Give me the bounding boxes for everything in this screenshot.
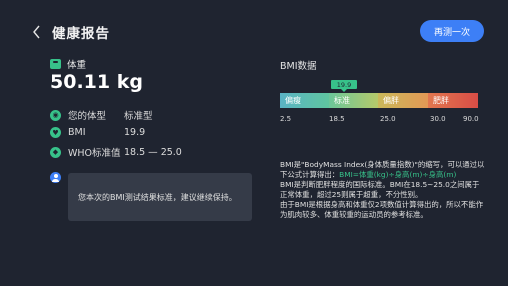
bmi-description-standard: BMI是判断肥胖程度的国际标准。BMI在18.5~25.0之间属于正常体重，超过… — [280, 180, 480, 199]
retest-button[interactable]: 再测一次 — [420, 20, 484, 42]
bmi-segment-normal: 标准 — [329, 93, 378, 108]
chevron-left-icon — [33, 25, 40, 39]
weight-label-row: 体重 — [50, 57, 86, 71]
bmi-segment-underweight: 偏瘦 — [280, 93, 329, 108]
page-title: 健康报告 — [52, 26, 110, 42]
bmi-marker: 19.9 — [331, 80, 357, 89]
body-type-icon: ◉ — [50, 109, 61, 121]
bmi-tick: 18.5 — [329, 115, 345, 123]
body-type-value: 标准型 — [124, 111, 153, 122]
scale-icon — [50, 59, 61, 69]
bmi-segment-obese: 肥胖 — [428, 93, 478, 108]
bmi-row: ♥ BMI 19.9 — [50, 127, 145, 138]
bmi-range-bar: 偏瘦 标准 偏胖 肥胖 — [280, 93, 478, 108]
body-type-label: 您的体型 — [68, 111, 107, 122]
advice-message-card: 您本次的BMI测试结果标准，建议继续保持。 — [68, 173, 252, 221]
bmi-tick: 25.0 — [380, 115, 396, 123]
avatar-icon — [50, 172, 61, 183]
header: 健康报告 再测一次 — [0, 0, 508, 60]
bmi-description: BMI是"BodyMass Index(身体质量指数)"的缩写，可以通过以下公式… — [280, 160, 486, 220]
who-standard-label: WHO标准值 — [68, 148, 121, 159]
bmi-label: BMI — [68, 127, 86, 138]
bmi-tick: 90.0 — [463, 115, 479, 123]
bmi-value: 19.9 — [124, 127, 146, 138]
bmi-segment-overweight: 偏胖 — [378, 93, 428, 108]
bmi-formula: BMI=体重(kg)÷身高(m)÷身高(m) — [339, 170, 457, 179]
advice-message: 您本次的BMI测试结果标准，建议继续保持。 — [78, 192, 237, 202]
heart-icon: ♥ — [50, 127, 61, 138]
who-standard-value: 18.5 — 25.0 — [124, 146, 182, 158]
body-type-row: ◉ 您的体型 标准型 — [50, 108, 153, 122]
bmi-tick: 2.5 — [280, 115, 292, 123]
weight-value: 50.11 kg — [50, 71, 143, 93]
who-standard-row: ◆ WHO标准值 18.5 — 25.0 — [50, 145, 182, 159]
back-button[interactable] — [30, 22, 44, 42]
who-icon: ◆ — [50, 146, 61, 158]
weight-label: 体重 — [67, 60, 87, 71]
bmi-tick: 30.0 — [430, 115, 446, 123]
bmi-description-limitation: 由于BMI是根据身高和体重仅2项数值计算得出的，所以不能作为肌肉较多、体重较重的… — [280, 200, 484, 219]
bmi-marker-pointer — [341, 89, 347, 92]
bmi-section-title: BMI数据 — [280, 61, 317, 72]
